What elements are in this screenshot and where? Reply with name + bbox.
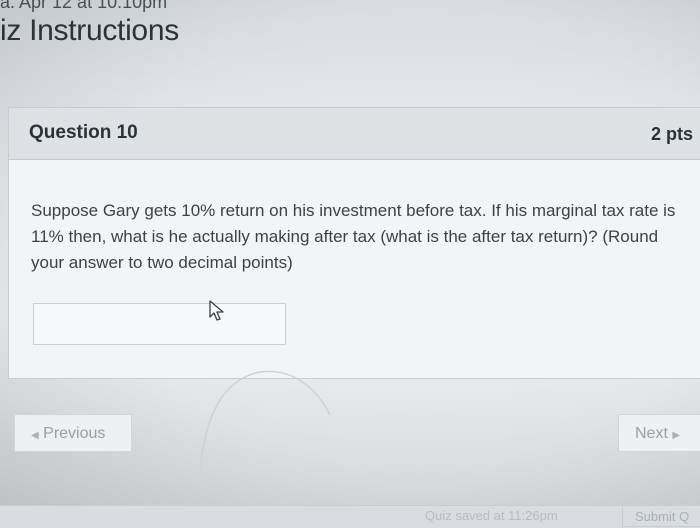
question-card: Question 10 2 pts Suppose Gary gets 10% … <box>8 107 700 379</box>
footer-bar <box>0 505 700 526</box>
page-title: iz Instructions <box>0 14 179 47</box>
quiz-saved-status: Quiz saved at 11:26pm <box>425 508 558 523</box>
answer-input[interactable] <box>33 303 286 345</box>
submit-quiz-button[interactable]: Submit Q <box>622 505 700 527</box>
question-text: Suppose Gary gets 10% return on his inve… <box>31 201 676 272</box>
previous-button[interactable]: ◀ Previous <box>14 414 132 452</box>
question-number: Question 10 <box>29 122 138 143</box>
triangle-left-icon: ◀ <box>31 430 39 441</box>
next-button[interactable]: Next ▶ <box>618 414 700 452</box>
screen-smudge <box>199 370 331 471</box>
mouse-pointer-icon <box>209 300 224 321</box>
next-label: Next <box>635 425 668 442</box>
question-header: Question 10 2 pts <box>9 108 700 160</box>
question-points: 2 pts <box>650 124 693 144</box>
previous-label: Previous <box>43 425 106 442</box>
triangle-right-icon: ▶ <box>672 430 681 441</box>
due-date-cut: a. Apr 12 at 10:10pm <box>0 0 168 12</box>
